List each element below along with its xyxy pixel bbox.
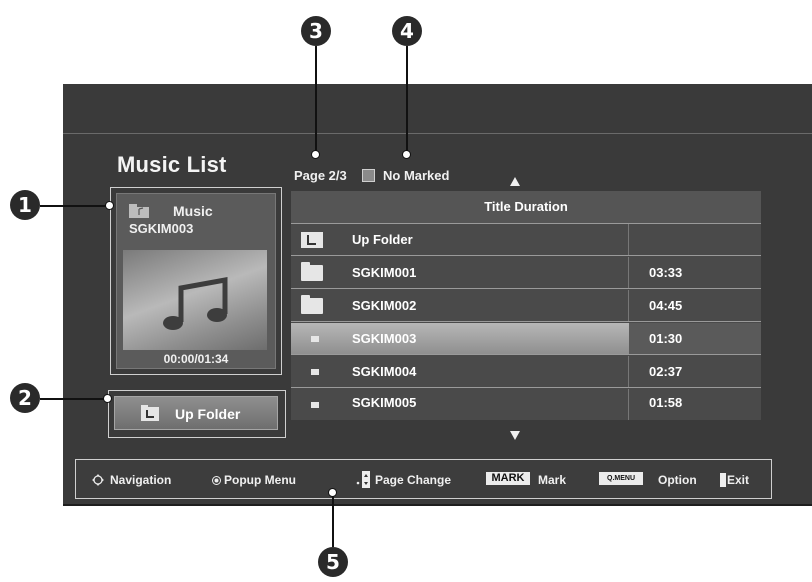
page-title: Music List	[117, 152, 227, 177]
callout-5: 5	[318, 547, 348, 577]
item-name: SGKIM003	[352, 331, 417, 346]
help-popup-menu: Popup Menu	[224, 473, 296, 487]
list-item[interactable]: SGKIM002 04:45	[291, 290, 761, 322]
callout-1-dot	[105, 201, 114, 210]
list-item[interactable]: SGKIM005 01:58	[291, 389, 761, 420]
item-duration: 03:33	[649, 265, 683, 280]
current-file-name: SGKIM003	[129, 221, 194, 236]
up-folder-icon	[301, 232, 323, 248]
item-duration: 01:30	[649, 331, 683, 346]
callout-2-dot	[103, 394, 112, 403]
item-name: Up Folder	[352, 232, 413, 247]
marked-status: No Marked	[383, 168, 450, 183]
page-change-icon	[356, 471, 370, 488]
marked-checkbox[interactable]	[362, 169, 375, 182]
help-option: Option	[658, 473, 697, 487]
item-name: SGKIM002	[352, 298, 417, 313]
now-playing-card: Music SGKIM003 00:00/01:34	[116, 193, 276, 369]
callout-4-dot	[402, 150, 411, 159]
callout-1: 1	[10, 190, 40, 220]
exit-key-icon	[720, 473, 726, 487]
callout-5-leader	[332, 494, 334, 547]
item-name: SGKIM005	[352, 395, 417, 410]
callout-3-dot	[311, 150, 320, 159]
folder-name: Music	[173, 203, 213, 219]
item-duration: 04:45	[649, 298, 683, 313]
screen-top-divider	[63, 133, 812, 134]
item-duration: 01:58	[649, 395, 683, 410]
list-item-selected[interactable]: SGKIM003 01:30	[291, 323, 761, 355]
up-folder-icon	[141, 405, 159, 421]
callout-3-leader	[315, 46, 317, 154]
help-page-change: Page Change	[375, 473, 452, 487]
up-folder-button-frame: Up Folder	[108, 390, 286, 438]
item-name: SGKIM004	[352, 364, 417, 379]
help-navigation: Navigation	[110, 473, 172, 487]
qmenu-key-icon: Q.MENU	[599, 472, 643, 485]
navigation-icon	[92, 474, 104, 486]
item-duration: 02:37	[649, 364, 683, 379]
music-file-list: Title Duration Up Folder SGKIM001 03:33 …	[291, 191, 761, 420]
list-item[interactable]: SGKIM004 02:37	[291, 356, 761, 388]
callout-2: 2	[10, 383, 40, 413]
music-file-icon	[311, 336, 319, 342]
scroll-down-arrow-icon[interactable]	[510, 431, 520, 440]
now-playing-panel: Music SGKIM003 00:00/01:34	[110, 187, 282, 375]
callout-4-leader	[406, 46, 408, 154]
callout-3: 3	[301, 16, 331, 46]
music-note-icon	[163, 277, 228, 330]
list-item[interactable]: Up Folder	[291, 224, 761, 256]
callout-4: 4	[392, 16, 422, 46]
folder-icon	[301, 295, 323, 314]
help-exit: Exit	[727, 473, 750, 487]
remote-help-bar: Navigation Popup Menu Page Change MARK M…	[75, 459, 772, 499]
up-folder-label: Up Folder	[175, 406, 241, 422]
music-folder-icon	[129, 204, 149, 218]
callout-2-leader	[40, 398, 108, 400]
ok-button-icon	[212, 476, 221, 485]
mark-key-icon: MARK	[486, 472, 530, 485]
folder-icon	[301, 262, 323, 281]
screen-bottom-edge	[63, 504, 812, 506]
callout-5-dot	[328, 488, 337, 497]
list-item[interactable]: SGKIM001 03:33	[291, 257, 761, 289]
album-art	[123, 250, 267, 350]
list-header: Title Duration	[291, 191, 761, 224]
callout-1-leader	[40, 205, 110, 207]
item-name: SGKIM001	[352, 265, 417, 280]
page-indicator: Page 2/3	[294, 168, 347, 183]
playback-time: 00:00/01:34	[163, 352, 229, 366]
music-file-icon	[311, 402, 319, 408]
help-mark: Mark	[538, 473, 567, 487]
music-file-icon	[311, 369, 319, 375]
scroll-up-arrow-icon[interactable]	[510, 177, 520, 186]
up-folder-button[interactable]: Up Folder	[114, 396, 278, 430]
